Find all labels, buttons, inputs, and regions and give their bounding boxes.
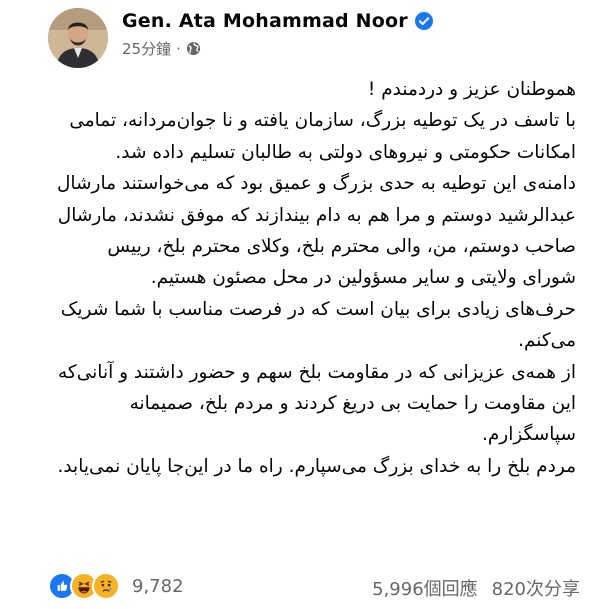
post-header: Gen. Ata Mohammad Noor 25分鐘 · — [48, 8, 580, 68]
verified-badge-icon — [414, 12, 433, 30]
avatar[interactable] — [48, 8, 108, 68]
post-paragraph: با تاسف در یک توطیه بزرگ، سازمان یافته و… — [69, 110, 576, 163]
meta-separator: · — [176, 39, 181, 58]
author-block: Gen. Ata Mohammad Noor 25分鐘 · — [122, 10, 434, 59]
post-paragraph: از همه‌ی عزیزانی که در مقاومت بلخ سهم و … — [58, 361, 576, 446]
post-paragraph: حرف‌های زیادی برای بیان است که در فرصت م… — [60, 298, 576, 352]
engagement-stats: 5,996個回應 820次分享 — [372, 575, 580, 601]
globe-icon[interactable] — [186, 41, 201, 56]
reactions-summary[interactable]: 9,782 — [48, 572, 184, 600]
author-row: Gen. Ata Mohammad Noor — [122, 10, 434, 32]
share-count[interactable]: 820次分享 — [492, 575, 580, 601]
post-meta: 25分鐘 · — [122, 38, 434, 59]
post-paragraph: مردم بلخ را به خدای بزرگ می‌سپارم. راه م… — [57, 455, 576, 477]
reaction-count[interactable]: 9,782 — [132, 576, 184, 597]
post-paragraph: هموطنان عزیز و دردمندم ! — [367, 79, 576, 100]
comment-count[interactable]: 5,996個回應 — [372, 575, 478, 601]
author-name[interactable]: Gen. Ata Mohammad Noor — [122, 10, 408, 32]
sad-icon — [92, 572, 120, 600]
post-paragraph: دامنه‌ی این توطیه به حدی بزرگ و عمیق بود… — [56, 173, 576, 289]
avatar-image — [48, 8, 108, 68]
post-text: هموطنان عزیز و دردمندم ! با تاسف در یک ت… — [50, 74, 576, 482]
post-footer: 9,782 5,996個回應 820次分享 — [48, 570, 580, 604]
post-timestamp[interactable]: 25分鐘 — [122, 38, 171, 59]
